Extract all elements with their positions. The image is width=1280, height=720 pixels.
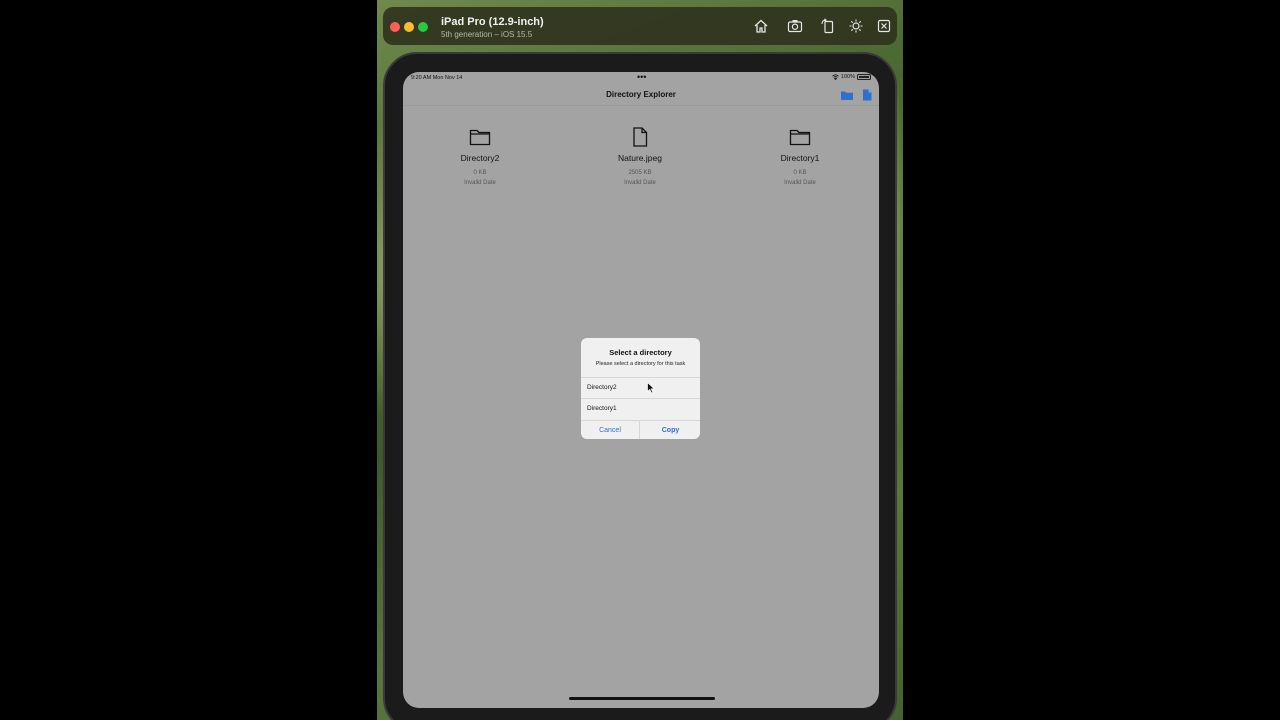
dialog-title: Select a directory — [609, 348, 672, 357]
file-icon — [629, 126, 651, 148]
ipad-screen: 9:20 AM Mon Nov 14 ••• 100% Directory Ex… — [403, 72, 879, 708]
item-date: Invalid Date — [624, 180, 656, 186]
dialog-message: Please select a directory for this task — [595, 361, 686, 367]
copy-button[interactable]: Copy — [641, 421, 700, 439]
ipad-device-frame: 9:20 AM Mon Nov 14 ••• 100% Directory Ex… — [383, 52, 897, 720]
dialog-option-directory2[interactable]: Directory2 — [581, 377, 700, 397]
select-directory-dialog: Select a directory Please select a direc… — [581, 338, 700, 439]
status-right: 100% — [832, 74, 871, 80]
folder-icon — [789, 126, 811, 148]
stage: iPad Pro (12.9-inch) 5th generation – iO… — [0, 0, 1280, 720]
item-size: 0 KB — [793, 170, 807, 176]
page-title: Directory Explorer — [606, 90, 676, 99]
file-item-nature-jpeg[interactable]: Nature.jpeg 2505 KB Invalid Date — [580, 126, 700, 188]
option-label: Directory2 — [587, 384, 617, 391]
window-minimize-button[interactable] — [404, 22, 414, 32]
cancel-button[interactable]: Cancel — [581, 421, 640, 439]
new-file-icon[interactable] — [860, 88, 874, 102]
status-time: 9:20 AM Mon Nov 14 — [411, 75, 463, 81]
item-name: Directory2 — [460, 153, 500, 163]
wifi-icon — [832, 74, 839, 80]
folder-icon — [469, 126, 491, 148]
screenshot-icon[interactable] — [787, 18, 803, 34]
simulator-title-bar: iPad Pro (12.9-inch) 5th generation – iO… — [383, 7, 897, 45]
appearance-icon[interactable] — [848, 18, 864, 34]
item-size: 0 KB — [473, 170, 487, 176]
dialog-option-directory1[interactable]: Directory1 — [581, 398, 700, 418]
file-item-directory1[interactable]: Directory1 0 KB Invalid Date — [740, 126, 860, 188]
status-bar: 9:20 AM Mon Nov 14 ••• 100% — [403, 72, 879, 86]
item-date: Invalid Date — [464, 180, 496, 186]
rotate-icon[interactable] — [820, 18, 836, 34]
home-icon[interactable] — [753, 18, 769, 34]
battery-percent: 100% — [840, 74, 855, 80]
home-indicator[interactable] — [569, 697, 715, 700]
mouse-cursor-icon — [647, 382, 655, 394]
dialog-button-row: Cancel Copy — [581, 420, 700, 439]
window-zoom-button[interactable] — [418, 22, 428, 32]
item-name: Directory1 — [780, 153, 820, 163]
item-name: Nature.jpeg — [618, 153, 662, 163]
file-item-directory2[interactable]: Directory2 0 KB Invalid Date — [420, 126, 540, 188]
item-size: 2505 KB — [628, 170, 652, 176]
close-icon[interactable] — [876, 18, 892, 34]
simulator-window: iPad Pro (12.9-inch) 5th generation – iO… — [377, 0, 903, 720]
device-name: iPad Pro (12.9-inch) — [441, 16, 544, 28]
item-date: Invalid Date — [784, 180, 816, 186]
multitasking-dots[interactable]: ••• — [637, 72, 646, 82]
device-subtitle: 5th generation – iOS 15.5 — [441, 30, 533, 39]
navigation-bar: Directory Explorer — [403, 86, 879, 106]
option-label: Directory1 — [587, 405, 617, 412]
new-folder-icon[interactable] — [840, 88, 854, 102]
window-close-button[interactable] — [390, 22, 400, 32]
battery-icon — [857, 74, 871, 80]
